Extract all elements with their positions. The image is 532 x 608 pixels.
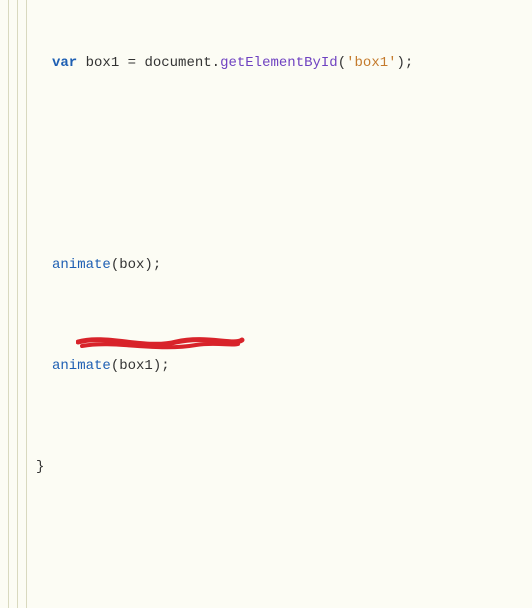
dot: . — [212, 55, 220, 71]
code-line[interactable] — [0, 152, 532, 177]
code-line[interactable]: var box1 = document.getElementById('box1… — [0, 51, 532, 76]
function-call: animate — [52, 257, 111, 273]
code-line[interactable]: animate(box); — [0, 253, 532, 278]
args: (box1); — [111, 358, 170, 374]
paren: ( — [338, 55, 346, 71]
code-line[interactable]: animate(box1); — [0, 354, 532, 379]
code-area[interactable]: var box1 = document.getElementById('box1… — [0, 0, 532, 608]
identifier: document — [136, 55, 212, 71]
method: getElementById — [220, 55, 338, 71]
operator: = — [128, 55, 136, 71]
code-editor[interactable]: var box1 = document.getElementById('box1… — [0, 0, 532, 608]
code-line[interactable] — [0, 557, 532, 582]
brace: } — [36, 459, 44, 475]
args: (box); — [111, 257, 161, 273]
keyword-var: var — [52, 55, 77, 71]
string: 'box1' — [346, 55, 396, 71]
identifier: box1 — [77, 55, 127, 71]
code-line[interactable]: } — [0, 455, 532, 480]
paren: ); — [397, 55, 414, 71]
function-call: animate — [52, 358, 111, 374]
